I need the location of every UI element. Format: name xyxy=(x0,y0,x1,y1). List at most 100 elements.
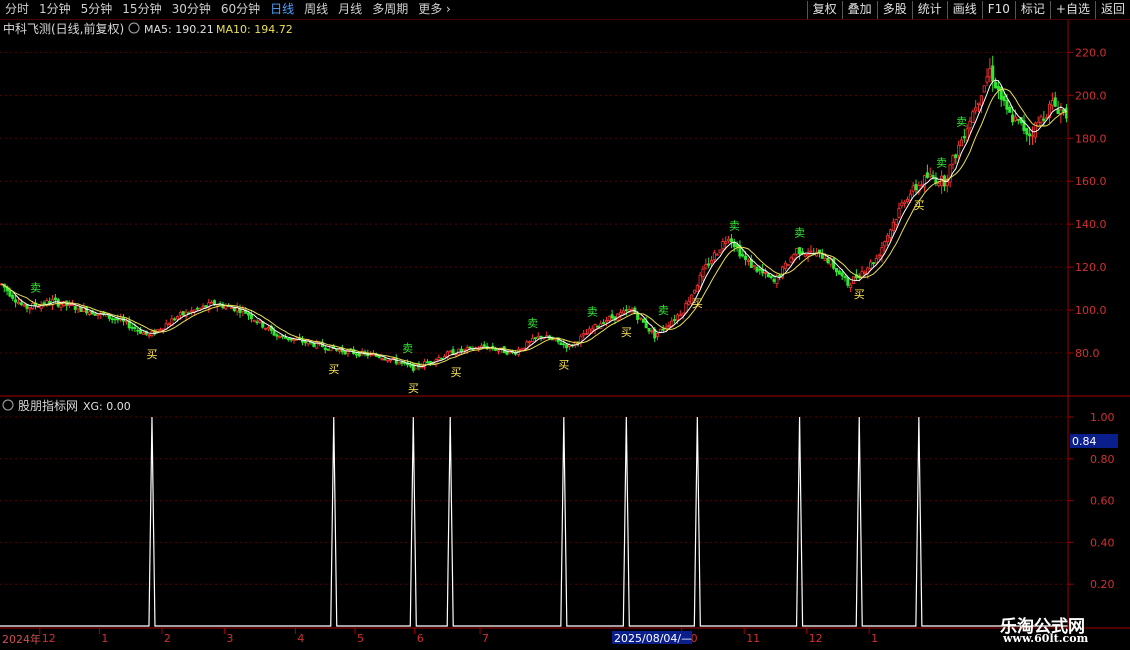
candle-body xyxy=(789,257,793,263)
candle-body xyxy=(846,277,850,286)
main-y-tick-label: 220.0 xyxy=(1075,46,1107,59)
candle-body xyxy=(224,305,228,310)
indicator-chevron-icon[interactable] xyxy=(2,399,14,411)
candle-body xyxy=(959,139,964,147)
candle-body xyxy=(255,321,259,324)
candle-body xyxy=(701,268,705,277)
candle-body xyxy=(704,264,708,269)
buy-signal: 买 xyxy=(328,363,339,376)
sell-signal: 卖 xyxy=(402,342,413,355)
candle-body xyxy=(641,318,645,323)
candle-body xyxy=(826,257,830,264)
candle-body xyxy=(823,258,827,262)
main-y-tick-label: 200.0 xyxy=(1075,89,1107,102)
candle-body xyxy=(920,184,924,187)
candle-body xyxy=(11,294,15,299)
sell-signal: 卖 xyxy=(30,281,41,294)
candle-body xyxy=(621,310,626,314)
watermark-url: www.60lt.com xyxy=(1003,632,1089,645)
candle-body xyxy=(695,285,699,293)
xg-line xyxy=(0,416,1068,627)
candle-body xyxy=(158,329,163,331)
candle-body xyxy=(198,307,202,310)
candle-body xyxy=(53,297,57,301)
candle-body xyxy=(1016,118,1020,121)
candle-body xyxy=(1011,114,1015,123)
candle-body xyxy=(278,336,282,338)
x-tick-label: 1 xyxy=(101,632,108,645)
candle-body xyxy=(141,332,145,335)
candle-body xyxy=(783,262,787,269)
buy-signal: 买 xyxy=(854,288,865,301)
x-tick-label: 6 xyxy=(417,632,424,645)
candle-body xyxy=(1042,118,1046,121)
candle-body xyxy=(786,264,790,266)
candle-body xyxy=(763,272,768,274)
candle-body xyxy=(1002,95,1006,102)
x-tick-label: 7 xyxy=(482,632,489,645)
candle-body xyxy=(292,339,296,341)
candle-body xyxy=(590,328,594,332)
candle-body xyxy=(817,249,821,253)
candle-body xyxy=(661,328,665,331)
candle-body xyxy=(837,270,841,275)
sell-signal: 卖 xyxy=(658,304,669,317)
candle-body xyxy=(437,357,441,360)
indicator-y-tick-label: 1.00 xyxy=(1090,411,1115,424)
sell-signal: 卖 xyxy=(956,115,967,128)
candle-body xyxy=(994,81,998,89)
sell-signal: 卖 xyxy=(936,157,947,170)
candle-body xyxy=(727,238,731,242)
candle-body xyxy=(849,284,853,288)
main-y-tick-label: 80.0 xyxy=(1075,347,1100,360)
candle-body xyxy=(667,324,671,327)
candle-body xyxy=(468,346,472,349)
candle-body xyxy=(116,318,120,321)
chart-canvas[interactable]: 买买买买买买买买买卖卖卖卖 卖卖卖卖卖 80.0100.0120.0140.016… xyxy=(0,0,1130,650)
indicator-y-tick-label: 0.20 xyxy=(1090,578,1115,591)
candle-body xyxy=(289,338,293,341)
candle-body xyxy=(752,264,756,267)
candle-body xyxy=(724,241,728,244)
candle-body xyxy=(604,320,608,323)
candle-body xyxy=(130,326,134,329)
x-tick-label: 2 xyxy=(164,632,171,645)
candle-body xyxy=(383,358,387,361)
candle-body xyxy=(911,185,915,192)
candle-body xyxy=(337,349,341,352)
candle-body xyxy=(644,320,648,329)
candle-body xyxy=(962,136,966,139)
candle-body xyxy=(968,120,972,129)
candle-body xyxy=(175,316,180,320)
candle-body xyxy=(1056,108,1060,114)
candle-body xyxy=(386,359,390,362)
candle-body xyxy=(744,255,748,260)
candle-body xyxy=(996,86,1000,91)
sell-signal: 卖 xyxy=(729,220,740,233)
candle-body xyxy=(59,303,63,308)
candle-body xyxy=(303,340,307,344)
dropdown-chevron-icon[interactable] xyxy=(128,22,140,34)
candle-body xyxy=(312,342,316,347)
candle-body xyxy=(462,348,466,351)
candle-body xyxy=(982,85,986,93)
candle-body xyxy=(559,342,563,346)
candle-body xyxy=(610,314,614,319)
candle-body xyxy=(928,174,932,177)
candle-body xyxy=(397,362,401,365)
candle-body xyxy=(772,279,776,282)
candle-body xyxy=(425,361,430,364)
buy-signal: 买 xyxy=(558,358,569,371)
candle-body xyxy=(201,305,205,308)
candle-body xyxy=(877,255,881,258)
candle-body xyxy=(897,208,901,218)
year-label: 2024年 xyxy=(2,632,41,646)
candle-body xyxy=(283,336,287,339)
candle-body xyxy=(195,307,199,310)
candle-body xyxy=(925,172,929,178)
x-tick-label: 12 xyxy=(809,632,823,645)
candle-body xyxy=(707,263,711,266)
candle-body xyxy=(448,350,452,353)
candle-body xyxy=(113,318,117,321)
x-tick-label: 5 xyxy=(357,632,364,645)
